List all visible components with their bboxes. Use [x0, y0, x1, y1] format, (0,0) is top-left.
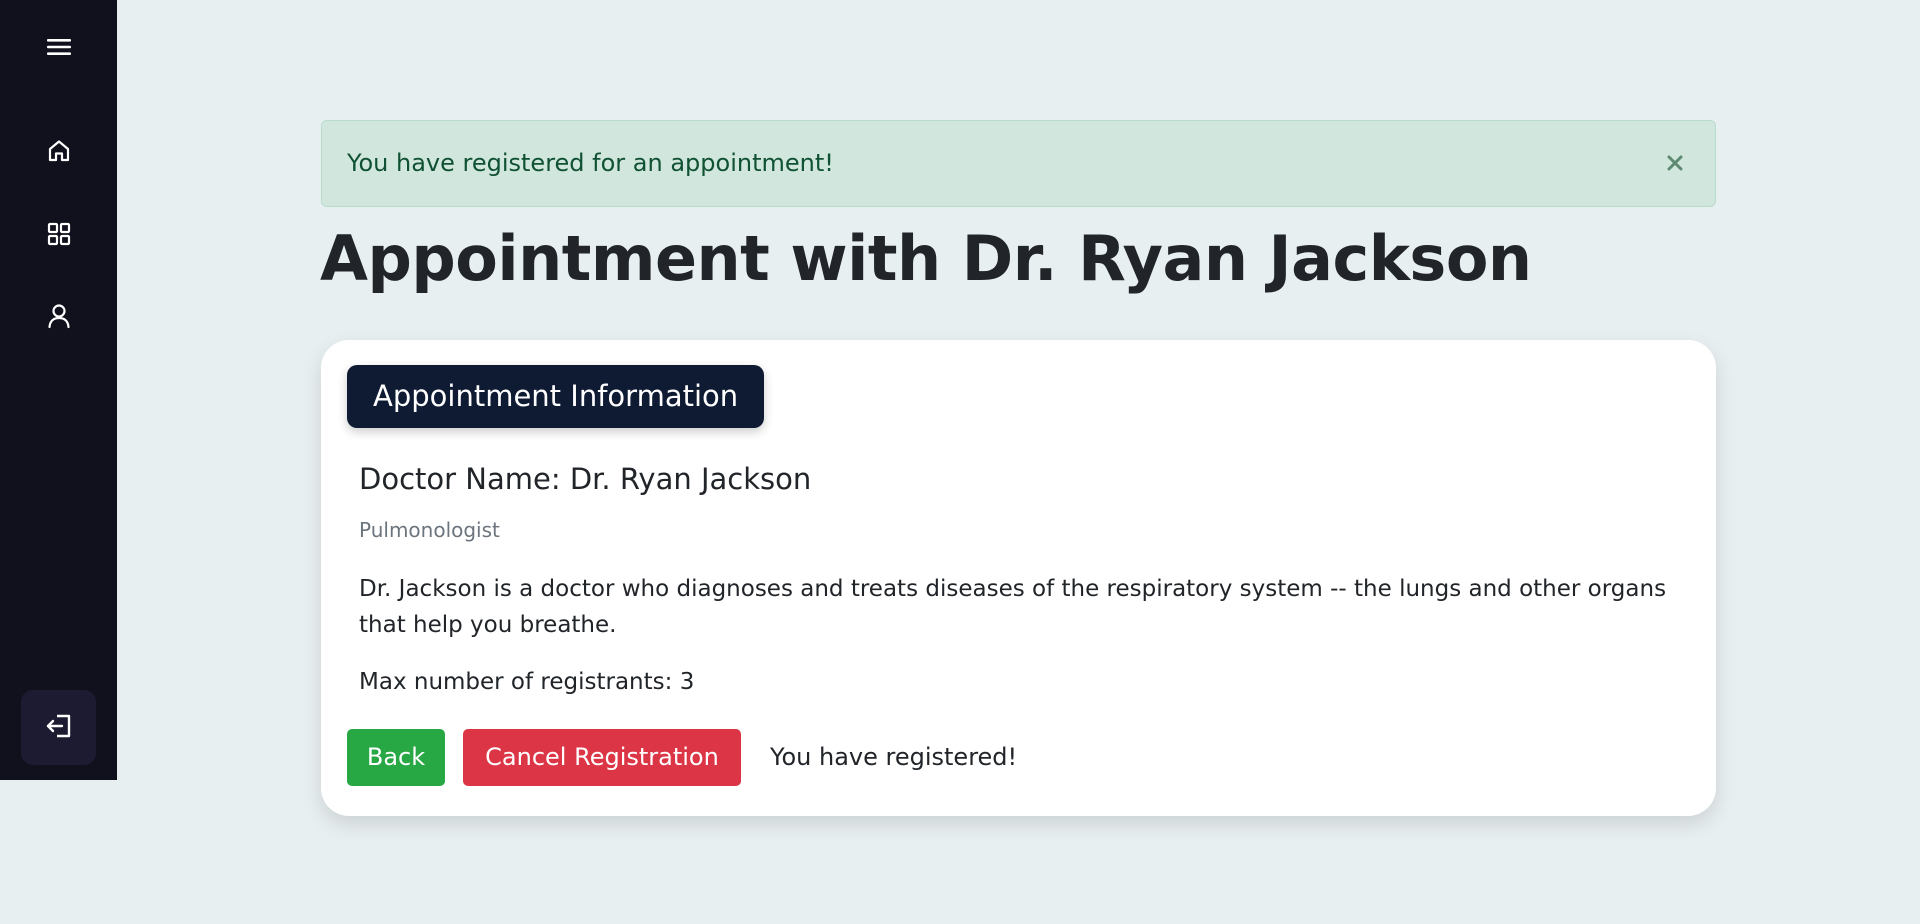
user-icon[interactable] — [0, 296, 117, 336]
doctor-description: Dr. Jackson is a doctor who diagnoses an… — [359, 576, 1667, 638]
doctor-name: Doctor Name: Dr. Ryan Jackson — [359, 462, 812, 496]
max-registrants: Max number of registrants: 3 — [359, 669, 695, 695]
hamburger-menu-icon[interactable] — [0, 27, 117, 67]
sidebar — [0, 0, 117, 780]
logout-icon — [45, 713, 73, 743]
registration-status: You have registered! — [770, 743, 1018, 771]
page-title: Appointment with Dr. Ryan Jackson — [320, 222, 1532, 295]
card-header: Appointment Information — [347, 365, 765, 428]
doctor-specialty: Pulmonologist — [359, 518, 500, 542]
close-icon[interactable] — [1661, 149, 1689, 177]
home-icon[interactable] — [0, 131, 117, 171]
grid-icon[interactable] — [0, 214, 117, 254]
cancel-registration-button[interactable]: Cancel Registration — [463, 729, 741, 786]
logout-button[interactable] — [21, 690, 96, 765]
alert-message: You have registered for an appointment! — [347, 149, 834, 177]
back-button[interactable]: Back — [347, 729, 445, 786]
appointment-card: Appointment Information Doctor Name: Dr.… — [321, 340, 1716, 816]
success-alert: You have registered for an appointment! — [321, 120, 1716, 207]
